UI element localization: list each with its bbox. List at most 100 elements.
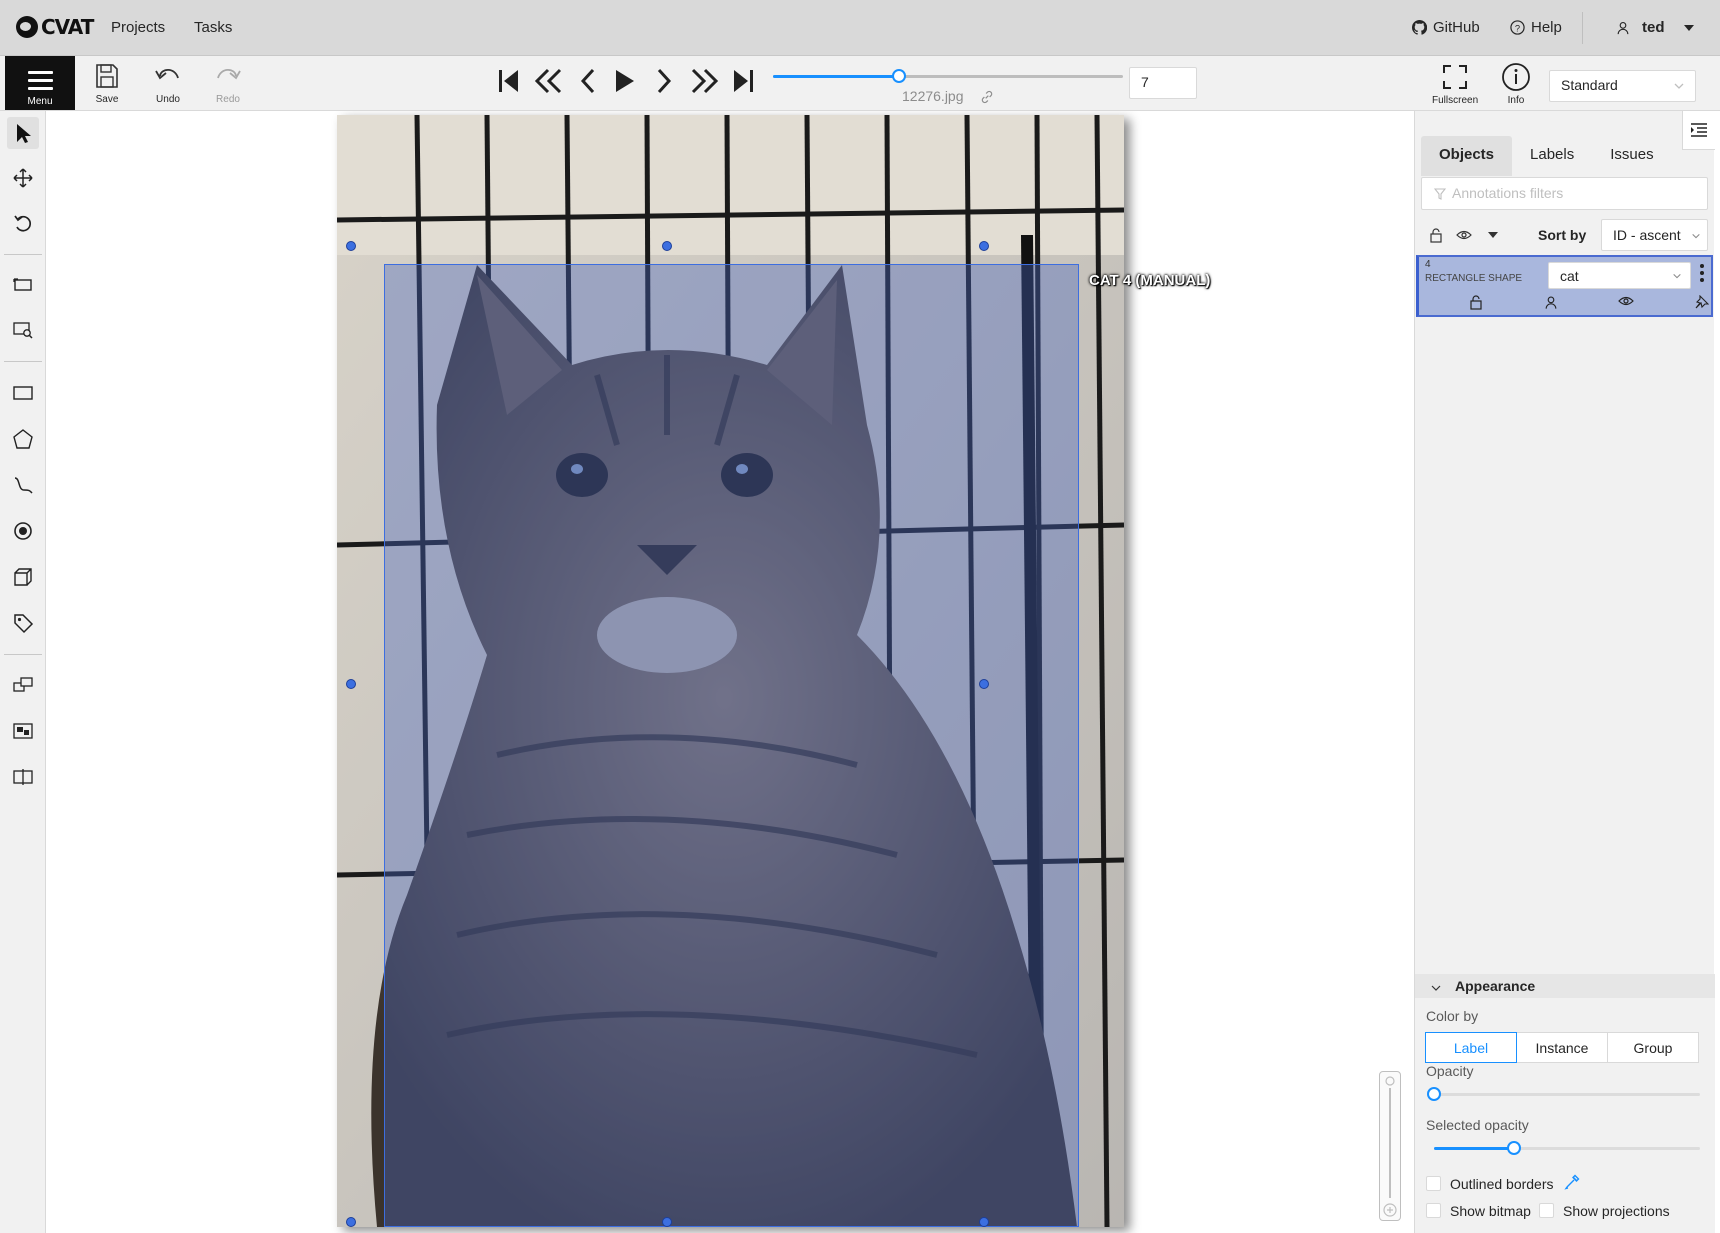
github-link[interactable]: GitHub bbox=[1412, 19, 1480, 36]
show-bitmap-label: Show bitmap bbox=[1450, 1203, 1531, 1219]
caret-down-icon[interactable] bbox=[1487, 231, 1499, 239]
selected-opacity-slider-handle[interactable] bbox=[1506, 1141, 1521, 1155]
layer-slider[interactable] bbox=[1379, 1071, 1401, 1221]
move-icon bbox=[13, 168, 33, 188]
object-label-select[interactable]: cat bbox=[1548, 262, 1691, 289]
save-icon bbox=[96, 64, 118, 88]
link-icon[interactable] bbox=[980, 90, 994, 104]
split-tool[interactable] bbox=[7, 761, 39, 793]
draw-polyline-tool[interactable] bbox=[7, 469, 39, 501]
controls-sidebar bbox=[0, 111, 46, 1233]
resize-handle[interactable] bbox=[346, 241, 356, 251]
bounding-box-cat[interactable] bbox=[384, 264, 1079, 1227]
color-by-label-option[interactable]: Label bbox=[1425, 1032, 1517, 1063]
last-frame-icon[interactable] bbox=[731, 66, 755, 96]
show-projections-label: Show projections bbox=[1563, 1203, 1670, 1219]
draw-polygon-tool[interactable] bbox=[7, 423, 39, 455]
object-id: 4 bbox=[1425, 259, 1431, 270]
frame-number-input[interactable]: 7 bbox=[1129, 67, 1197, 99]
more-options-icon[interactable] bbox=[1699, 263, 1705, 283]
draw-cuboid-tool[interactable] bbox=[7, 561, 39, 593]
play-icon[interactable] bbox=[612, 66, 636, 96]
chevron-down-icon bbox=[1673, 273, 1681, 279]
info-icon bbox=[1502, 63, 1530, 91]
chevron-down-icon bbox=[1692, 233, 1700, 239]
sort-select[interactable]: ID - ascent bbox=[1601, 219, 1708, 251]
object-label-text: CAT 4 (MANUAL) bbox=[1089, 272, 1211, 289]
fast-backward-icon[interactable] bbox=[533, 66, 565, 96]
tab-labels[interactable]: Labels bbox=[1512, 136, 1592, 176]
filter-icon bbox=[1434, 188, 1446, 200]
tab-issues[interactable]: Issues bbox=[1592, 136, 1671, 176]
sidebar-tabs: Objects Labels Issues bbox=[1421, 136, 1672, 176]
cvat-logo-icon bbox=[16, 16, 38, 38]
object-type: RECTANGLE SHAPE bbox=[1425, 273, 1523, 284]
color-by-group-option[interactable]: Group bbox=[1607, 1032, 1699, 1063]
fast-forward-icon[interactable] bbox=[688, 66, 720, 96]
save-button[interactable]: Save bbox=[84, 62, 130, 105]
resize-handle[interactable] bbox=[346, 679, 356, 689]
show-projections-checkbox[interactable] bbox=[1539, 1203, 1554, 1218]
annotations-filter-input[interactable]: Annotations filters bbox=[1421, 177, 1708, 210]
setup-tag-tool[interactable] bbox=[7, 607, 39, 639]
show-bitmap-checkbox[interactable] bbox=[1426, 1203, 1441, 1218]
fullscreen-button[interactable]: Fullscreen bbox=[1432, 62, 1478, 106]
unlock-icon[interactable] bbox=[1469, 295, 1483, 310]
collapse-sidebar-button[interactable] bbox=[1682, 111, 1715, 150]
header-divider bbox=[1582, 12, 1583, 44]
draw-rectangle-tool[interactable] bbox=[7, 377, 39, 409]
resize-handle[interactable] bbox=[662, 1217, 672, 1227]
merge-tool[interactable] bbox=[7, 669, 39, 701]
color-picker-icon[interactable] bbox=[1564, 1174, 1580, 1190]
resize-handle[interactable] bbox=[346, 1217, 356, 1227]
color-by-instance-option[interactable]: Instance bbox=[1516, 1032, 1608, 1063]
resize-handle[interactable] bbox=[662, 241, 672, 251]
resize-handle[interactable] bbox=[979, 679, 989, 689]
first-frame-icon[interactable] bbox=[497, 66, 521, 96]
pin-icon[interactable] bbox=[1695, 295, 1709, 310]
color-by-label: Color by bbox=[1426, 1008, 1479, 1024]
rectangle-icon bbox=[13, 386, 33, 400]
github-label: GitHub bbox=[1433, 19, 1480, 36]
opacity-slider-track[interactable] bbox=[1434, 1093, 1700, 1096]
nav-tasks[interactable]: Tasks bbox=[194, 19, 232, 36]
info-button[interactable]: Info bbox=[1501, 62, 1531, 106]
next-frame-icon[interactable] bbox=[654, 66, 674, 96]
group-tool[interactable] bbox=[7, 715, 39, 747]
draw-points-tool[interactable] bbox=[7, 515, 39, 547]
object-card[interactable]: 4 RECTANGLE SHAPE cat bbox=[1416, 255, 1713, 317]
frame-slider-handle[interactable] bbox=[892, 69, 906, 83]
user-menu[interactable]: ted bbox=[1616, 19, 1695, 36]
user-icon[interactable] bbox=[1544, 295, 1558, 310]
outlined-borders-checkbox[interactable] bbox=[1426, 1176, 1441, 1191]
resize-handle[interactable] bbox=[979, 1217, 989, 1227]
menu-button[interactable]: Menu bbox=[5, 56, 75, 110]
cuboid-icon bbox=[14, 568, 32, 586]
resize-handle[interactable] bbox=[979, 241, 989, 251]
fit-image-tool[interactable] bbox=[7, 269, 39, 301]
tab-objects[interactable]: Objects bbox=[1421, 136, 1513, 176]
sort-value: ID - ascent bbox=[1613, 227, 1681, 243]
appearance-title: Appearance bbox=[1455, 978, 1536, 994]
rotate-icon bbox=[14, 215, 32, 232]
zoom-region-tool[interactable] bbox=[7, 314, 39, 346]
move-tool[interactable] bbox=[7, 162, 39, 194]
annotation-canvas[interactable]: CAT 4 (MANUAL) bbox=[46, 111, 1414, 1233]
previous-frame-icon[interactable] bbox=[578, 66, 598, 96]
nav-projects[interactable]: Projects bbox=[111, 19, 165, 36]
workspace-select[interactable]: Standard bbox=[1549, 70, 1696, 102]
chevron-down-icon bbox=[1431, 985, 1441, 991]
cursor-tool[interactable] bbox=[7, 117, 39, 149]
undo-button[interactable]: Undo bbox=[145, 62, 191, 105]
appearance-header[interactable]: Appearance bbox=[1415, 974, 1715, 998]
eye-icon[interactable] bbox=[1456, 229, 1472, 241]
eye-icon[interactable] bbox=[1618, 295, 1635, 307]
lock-all-icon[interactable] bbox=[1429, 228, 1443, 243]
frame-slider-fill bbox=[773, 75, 899, 78]
redo-button[interactable]: Redo bbox=[205, 62, 251, 105]
help-link[interactable]: ? Help bbox=[1510, 19, 1562, 36]
opacity-slider-handle[interactable] bbox=[1427, 1087, 1441, 1101]
cvat-logo[interactable]: CVAT bbox=[16, 15, 94, 39]
opacity-label: Opacity bbox=[1426, 1063, 1474, 1079]
rotate-tool[interactable] bbox=[7, 208, 39, 240]
